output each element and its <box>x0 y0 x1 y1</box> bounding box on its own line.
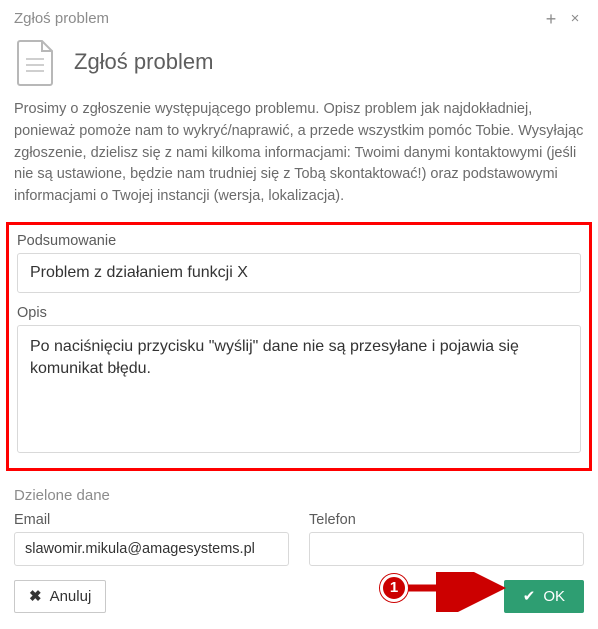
email-label: Email <box>14 512 289 528</box>
x-icon: ✖ <box>29 589 42 604</box>
document-icon <box>14 37 58 87</box>
annotation-marker: 1 <box>380 574 408 602</box>
actions-row: ✖ Anuluj 1 ✔ OK <box>0 566 598 627</box>
description-textarea[interactable] <box>17 325 581 453</box>
ok-button[interactable]: ✔ OK <box>504 580 584 613</box>
cancel-button[interactable]: ✖ Anuluj <box>14 580 106 613</box>
close-icon[interactable]: × <box>566 10 584 27</box>
titlebar: Zgłoś problem + × <box>0 0 598 31</box>
check-icon: ✔ <box>523 589 536 604</box>
dialog-header: Zgłoś problem <box>0 31 598 99</box>
report-problem-dialog: Zgłoś problem + × Zgłoś problem Prosimy … <box>0 0 598 627</box>
shared-data-title: Dzielone dane <box>0 477 598 508</box>
form-highlight: Podsumowanie Opis <box>6 222 592 471</box>
email-input[interactable] <box>14 532 289 566</box>
contact-row: Email Telefon <box>0 508 598 566</box>
summary-input[interactable] <box>17 253 581 293</box>
ok-label: OK <box>543 588 565 605</box>
summary-label: Podsumowanie <box>17 233 581 249</box>
dialog-heading: Zgłoś problem <box>74 49 213 75</box>
intro-text: Prosimy o zgłoszenie występującego probl… <box>0 99 598 218</box>
phone-input[interactable] <box>309 532 584 566</box>
phone-label: Telefon <box>309 512 584 528</box>
plus-icon[interactable]: + <box>542 12 560 26</box>
dialog-title: Zgłoś problem <box>14 10 109 27</box>
description-label: Opis <box>17 305 581 321</box>
cancel-label: Anuluj <box>50 588 92 605</box>
annotation-arrow <box>383 572 513 617</box>
